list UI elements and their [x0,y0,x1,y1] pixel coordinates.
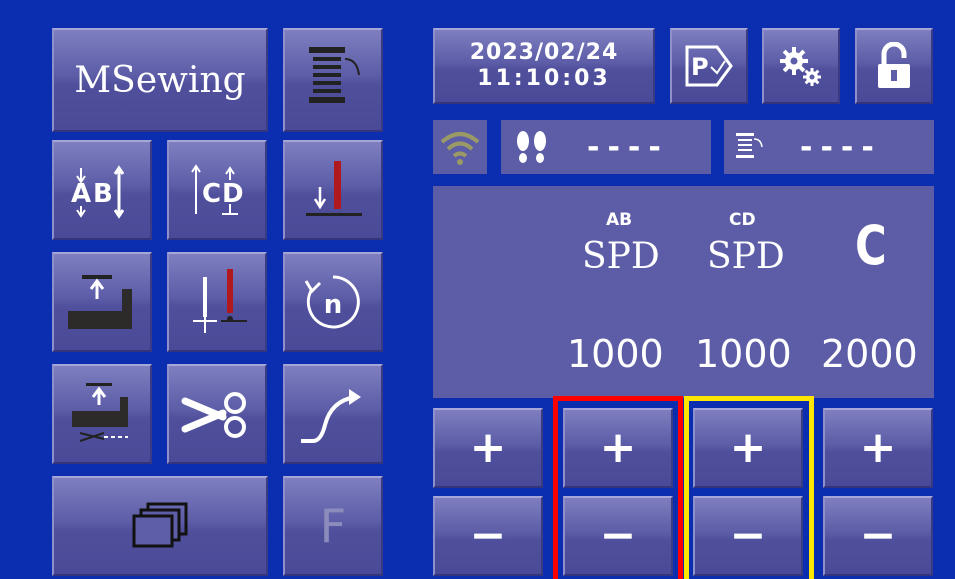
cd-spd-label: SPD [707,236,785,277]
presser-foot-icon [68,275,132,329]
f-key-button[interactable]: F [283,476,383,576]
svg-text:D: D [222,179,244,209]
minus-button-4[interactable]: − [823,496,933,576]
plus-button-1[interactable]: + [433,408,543,488]
needle-position-button[interactable] [283,140,383,240]
scissors-icon [181,392,246,438]
bobbin-count-text: ---- [800,129,882,165]
cd-backtack-button[interactable]: C D [167,140,267,240]
unlock-icon [878,42,910,88]
curve-mode-button[interactable] [283,364,383,464]
f-key-label: F [319,499,347,553]
ab-spd-label: SPD [582,236,660,277]
twin-needle-button[interactable] [167,252,267,352]
ab-backtack-button[interactable]: A B [52,140,152,240]
plus-label: + [859,422,897,473]
minus-button-3[interactable]: − [693,496,803,576]
stacked-windows-icon [132,502,188,548]
wifi-icon [440,132,480,165]
msewing-button[interactable]: MSewing [52,28,268,132]
plus-label: + [599,422,637,473]
window-switch-button[interactable] [52,476,268,576]
c-label: C [854,214,887,277]
minus-label: − [599,510,637,561]
cd-speed-value: 1000 [695,332,792,376]
twin-needle-icon [193,269,247,333]
repeat-n-button[interactable]: n [283,252,383,352]
repeat-n-icon: n [304,275,360,329]
bobbin-winder-button[interactable] [283,28,383,132]
program-button[interactable]: P [670,28,748,104]
ab-speed-value: 1000 [567,332,664,376]
foot-lift-cut-icon [72,383,128,442]
bobbin-counter[interactable]: ---- [724,120,934,174]
gear-icon [780,47,821,86]
sewing-panel-screen: MSewing A B C D n F 2023/02/24 11:10:03 … [0,0,955,579]
svg-text:P: P [691,53,709,81]
msewing-label: MSewing [74,59,246,101]
thread-trim-button[interactable] [167,364,267,464]
ab-backtack-icon: A B [71,165,125,219]
svg-text:n: n [324,290,343,320]
needle-down-icon [306,161,362,216]
stitch-counter[interactable]: ---- [501,120,711,174]
program-p-icon: P [685,45,733,87]
cd-label: CD [729,210,756,230]
cd-backtack-icon: C D [191,164,244,215]
minus-label: − [469,510,507,561]
plus-button-4[interactable]: + [823,408,933,488]
speed-panel: AB SPD CD SPD C 1000 1000 2000 [433,186,934,398]
datetime-display[interactable]: 2023/02/24 11:10:03 [433,28,655,104]
presser-foot-lift-button[interactable] [52,252,152,352]
plus-button-3[interactable]: + [693,408,803,488]
bobbin-small-icon [736,133,763,158]
minus-button-1[interactable]: − [433,496,543,576]
date-text: 2023/02/24 [469,40,619,65]
minus-label: − [859,510,897,561]
curve-arrow-icon [301,389,361,443]
svg-text:B: B [93,179,113,209]
plus-button-2[interactable]: + [563,408,673,488]
bobbin-icon [309,47,360,103]
time-text: 11:10:03 [477,66,611,91]
c-speed-value: 2000 [821,332,918,376]
footprints-icon [517,131,546,163]
plus-label: + [729,422,767,473]
plus-label: + [469,422,507,473]
lock-button[interactable] [855,28,933,104]
minus-button-2[interactable]: − [563,496,673,576]
svg-text:C: C [202,179,221,209]
wifi-status [433,120,487,174]
settings-button[interactable] [762,28,840,104]
ab-label: AB [606,210,633,230]
minus-label: − [729,510,767,561]
stitch-count-text: ---- [587,129,669,165]
foot-lift-cut-button[interactable] [52,364,152,464]
